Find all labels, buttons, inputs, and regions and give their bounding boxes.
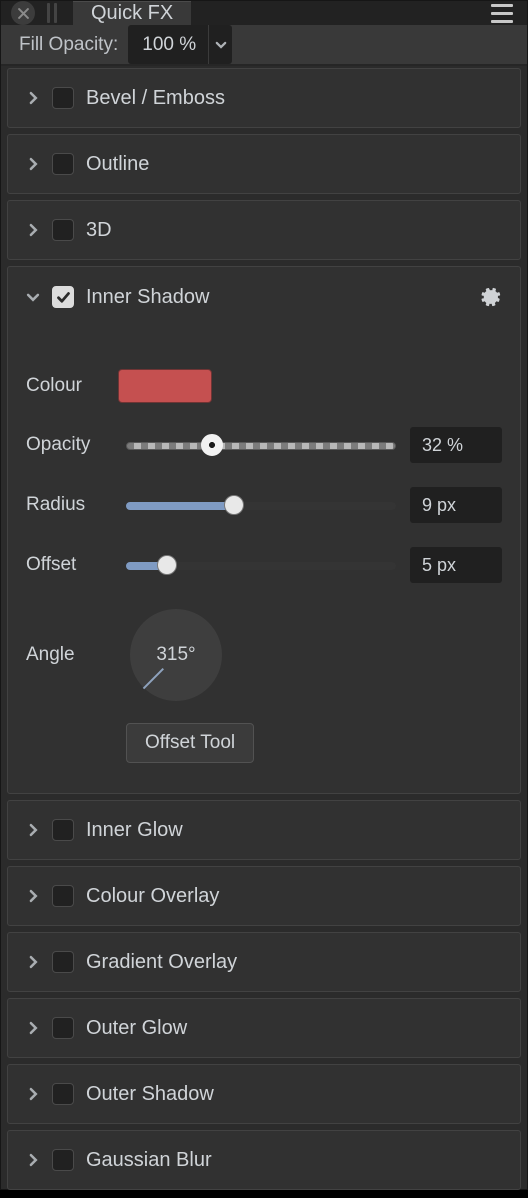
fx-checkbox[interactable] <box>52 1083 74 1105</box>
chevron-right-icon[interactable] <box>26 889 40 903</box>
chevron-right-icon[interactable] <box>26 91 40 105</box>
effects-list: Bevel / Emboss Outline 3D Inner Shadow <box>1 66 527 1198</box>
fx-label: Inner Glow <box>86 819 183 842</box>
fx-row-3d[interactable]: 3D <box>7 200 521 260</box>
radius-slider[interactable] <box>126 495 396 515</box>
radius-row: Radius 9 px <box>26 487 502 523</box>
gear-icon[interactable] <box>480 286 502 308</box>
fx-row-gaussian-blur[interactable]: Gaussian Blur <box>7 1130 521 1190</box>
colour-label: Colour <box>26 375 118 397</box>
angle-row: Angle 315° <box>26 609 502 701</box>
chevron-right-icon[interactable] <box>26 823 40 837</box>
fx-checkbox[interactable] <box>52 87 74 109</box>
fx-checkbox[interactable] <box>52 1017 74 1039</box>
opacity-row: Opacity 32 % <box>26 427 502 463</box>
chevron-right-icon[interactable] <box>26 223 40 237</box>
fx-label: Gradient Overlay <box>86 951 237 974</box>
quickfx-panel: Quick FX Fill Opacity: 100 % Bevel / Emb… <box>0 0 528 1190</box>
tab-quickfx[interactable]: Quick FX <box>73 1 191 25</box>
radius-label: Radius <box>26 494 112 516</box>
fx-row-gradient-overlay[interactable]: Gradient Overlay <box>7 932 521 992</box>
angle-dial[interactable]: 315° <box>130 609 222 701</box>
offset-tool-button[interactable]: Offset Tool <box>126 723 254 763</box>
fx-row-bevel-emboss[interactable]: Bevel / Emboss <box>7 68 521 128</box>
fx-label: Inner Shadow <box>86 286 209 309</box>
opacity-value[interactable]: 32 % <box>410 427 502 463</box>
panel-menu-icon[interactable] <box>491 4 513 23</box>
fx-row-outline[interactable]: Outline <box>7 134 521 194</box>
fx-row-colour-overlay[interactable]: Colour Overlay <box>7 866 521 926</box>
chevron-right-icon[interactable] <box>26 157 40 171</box>
fx-label: Outer Glow <box>86 1017 187 1040</box>
offset-slider[interactable] <box>126 555 396 575</box>
fx-checkbox[interactable] <box>52 1149 74 1171</box>
fx-label: 3D <box>86 219 112 242</box>
fx-panel-inner-shadow: Inner Shadow Colour Opacity 32 % Rad <box>7 266 521 794</box>
fill-opacity-value: 100 % <box>128 34 208 56</box>
fx-checkbox[interactable] <box>52 885 74 907</box>
chevron-right-icon[interactable] <box>26 1087 40 1101</box>
radius-value[interactable]: 9 px <box>410 487 502 523</box>
fx-row-inner-glow[interactable]: Inner Glow <box>7 800 521 860</box>
offset-value[interactable]: 5 px <box>410 547 502 583</box>
chevron-right-icon[interactable] <box>26 955 40 969</box>
opacity-label: Opacity <box>26 434 112 456</box>
fx-row-outer-glow[interactable]: Outer Glow <box>7 998 521 1058</box>
fill-opacity-label: Fill Opacity: <box>19 34 118 56</box>
chevron-right-icon[interactable] <box>26 1153 40 1167</box>
angle-label: Angle <box>26 644 108 666</box>
close-icon[interactable] <box>11 1 35 25</box>
offset-row: Offset 5 px <box>26 547 502 583</box>
fx-row-inner-shadow[interactable]: Inner Shadow <box>26 267 502 327</box>
fx-checkbox[interactable] <box>52 819 74 841</box>
fill-opacity-input[interactable]: 100 % <box>128 25 232 64</box>
fx-checkbox[interactable] <box>52 153 74 175</box>
fx-checkbox[interactable] <box>52 286 74 308</box>
fx-checkbox[interactable] <box>52 219 74 241</box>
chevron-down-icon[interactable] <box>208 25 232 64</box>
colour-row: Colour <box>26 369 502 403</box>
tab-label: Quick FX <box>91 2 173 25</box>
fx-label: Outer Shadow <box>86 1083 214 1106</box>
fx-label: Colour Overlay <box>86 885 219 908</box>
fx-label: Gaussian Blur <box>86 1149 212 1172</box>
opacity-slider[interactable] <box>126 435 396 455</box>
panel-header: Quick FX <box>1 1 527 25</box>
offset-label: Offset <box>26 554 112 576</box>
fx-checkbox[interactable] <box>52 951 74 973</box>
dock-handle-icon[interactable] <box>47 3 57 23</box>
fx-label: Bevel / Emboss <box>86 87 225 110</box>
colour-swatch[interactable] <box>118 369 212 403</box>
fx-label: Outline <box>86 153 149 176</box>
fx-row-outer-shadow[interactable]: Outer Shadow <box>7 1064 521 1124</box>
chevron-down-icon[interactable] <box>26 290 40 304</box>
chevron-right-icon[interactable] <box>26 1021 40 1035</box>
fill-opacity-row: Fill Opacity: 100 % <box>1 25 527 66</box>
